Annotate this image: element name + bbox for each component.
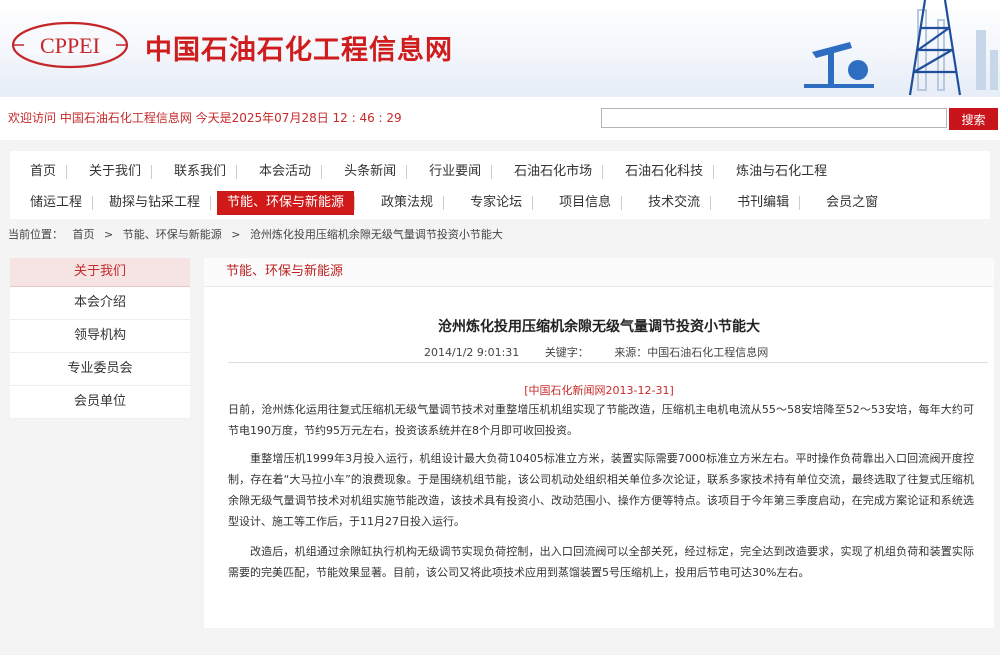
nav-divider <box>321 165 323 179</box>
sidebar-item-committees[interactable]: 专业委员会 <box>10 353 190 386</box>
nav-divider <box>92 196 94 210</box>
search-input[interactable] <box>601 108 947 128</box>
source-tag: [中国石化新闻网2013-12-31] <box>524 384 674 397</box>
meta-divider <box>228 362 988 363</box>
nav-item-expert-forum[interactable]: 专家论坛 <box>460 191 532 215</box>
sidebar-title: 关于我们 <box>10 258 190 287</box>
nav-row-1: 首页 关于我们 联系我们 本会活动 头条新闻 行业要闻 石油石化市场 石油石化科… <box>10 158 837 186</box>
nav-divider <box>710 196 712 210</box>
nav-item-headlines[interactable]: 头条新闻 <box>334 160 406 184</box>
nav-item-policy[interactable]: 政策法规 <box>371 191 443 215</box>
nav-divider <box>491 165 493 179</box>
nav-item-projects[interactable]: 项目信息 <box>549 191 621 215</box>
nav-item-market[interactable]: 石油石化市场 <box>504 160 602 184</box>
main-navigation: 首页 关于我们 联系我们 本会活动 头条新闻 行业要闻 石油石化市场 石油石化科… <box>10 151 990 219</box>
nav-item-exploration[interactable]: 勘探与钻采工程 <box>99 191 210 215</box>
logo-text: CPPEI <box>40 33 100 58</box>
nav-divider <box>621 196 623 210</box>
nav-item-tech-exchange[interactable]: 技术交流 <box>638 191 710 215</box>
breadcrumb-separator: > <box>104 228 114 241</box>
breadcrumb: 当前位置： 首页 > 节能、环保与新能源 > 沧州炼化投用压缩机余隙无级气量调节… <box>8 226 509 242</box>
nav-divider <box>236 165 238 179</box>
search-button[interactable]: 搜索 <box>949 108 998 130</box>
nav-divider <box>443 196 445 210</box>
article-paragraph: 重整增压机1999年3月投入运行，机组设计最大负荷10405标准立方米，装置实际… <box>228 452 974 528</box>
nav-item-storage[interactable]: 储运工程 <box>20 191 92 215</box>
nav-item-publications[interactable]: 书刊编辑 <box>727 191 799 215</box>
nav-divider <box>354 196 356 210</box>
breadcrumb-home-link[interactable]: 首页 <box>73 228 95 241</box>
nav-item-refining[interactable]: 炼油与石化工程 <box>726 160 837 184</box>
site-header: CPPEI 中国石油石化工程信息网 <box>0 0 1000 97</box>
breadcrumb-separator: > <box>231 228 241 241</box>
article-meta: 2014/1/2 9:01:31 关键字： 来源：中国石油石化工程信息网 <box>424 344 790 360</box>
nav-divider <box>532 196 534 210</box>
article-keywords-label: 关键字： <box>544 346 589 359</box>
nav-item-home[interactable]: 首页 <box>20 160 66 184</box>
nav-item-energy-saving[interactable]: 节能、环保与新能源 <box>217 191 355 215</box>
welcome-text: 欢迎访问 中国石油石化工程信息网 今天是2025年07月28日 12 : 46 … <box>8 111 402 125</box>
nav-item-industry-news[interactable]: 行业要闻 <box>419 160 491 184</box>
cppei-logo[interactable]: CPPEI <box>10 20 130 70</box>
nav-divider <box>66 165 68 179</box>
oil-derrick-illustration <box>804 0 998 96</box>
section-title: 节能、环保与新能源 <box>204 258 994 287</box>
sidebar-item-member-units[interactable]: 会员单位 <box>10 386 190 419</box>
nav-divider <box>406 165 408 179</box>
nav-divider <box>602 165 604 179</box>
nav-row-2: 储运工程 勘探与钻采工程 节能、环保与新能源 政策法规 专家论坛 项目信息 技术… <box>10 189 888 217</box>
sidebar-item-leadership[interactable]: 领导机构 <box>10 320 190 353</box>
sidebar: 关于我们 本会介绍 领导机构 专业委员会 会员单位 <box>10 258 190 419</box>
nav-divider <box>799 196 801 210</box>
article-date: 2014/1/2 9:01:31 <box>424 346 520 359</box>
sidebar-item-introduction[interactable]: 本会介绍 <box>10 287 190 320</box>
article-source: 来源：中国石油石化工程信息网 <box>614 346 769 359</box>
breadcrumb-label: 当前位置： <box>8 228 63 241</box>
nav-divider <box>713 165 715 179</box>
breadcrumb-category-link[interactable]: 节能、环保与新能源 <box>123 228 222 241</box>
nav-divider <box>210 196 212 210</box>
nav-item-members[interactable]: 会员之窗 <box>816 191 888 215</box>
article-title: 沧州炼化投用压缩机余隙无级气量调节投资小节能大 <box>438 319 760 335</box>
nav-item-technology[interactable]: 石油石化科技 <box>615 160 713 184</box>
article-paragraph: 日前，沧州炼化运用往复式压缩机无级气量调节技术对重整增压机机组实现了节能改造，压… <box>228 403 974 437</box>
nav-item-activities[interactable]: 本会活动 <box>249 160 321 184</box>
nav-item-contact[interactable]: 联系我们 <box>164 160 236 184</box>
breadcrumb-current: 沧州炼化投用压缩机余隙无级气量调节投资小节能大 <box>249 228 503 241</box>
nav-item-about[interactable]: 关于我们 <box>79 160 151 184</box>
article-paragraph: 改造后，机组通过余隙缸执行机构无级调节实现负荷控制，出入口回流阀可以全部关死，经… <box>228 545 974 579</box>
site-name: 中国石油石化工程信息网 <box>145 35 453 66</box>
nav-divider <box>151 165 153 179</box>
main-content: 节能、环保与新能源 沧州炼化投用压缩机余隙无级气量调节投资小节能大 2014/1… <box>204 258 994 628</box>
